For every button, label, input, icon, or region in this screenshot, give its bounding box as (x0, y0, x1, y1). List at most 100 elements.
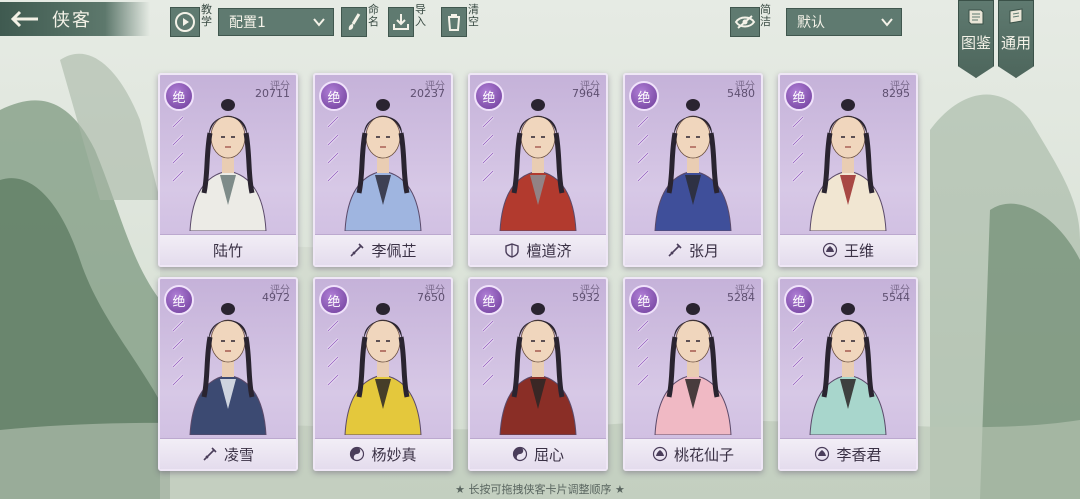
back-button[interactable]: 侠客 (0, 2, 150, 36)
hero-score: 8295 (882, 87, 910, 100)
star-swords-icon (172, 116, 184, 182)
star-swords-icon (327, 116, 339, 182)
sword-icon (668, 243, 682, 257)
import-label: 导入 (415, 3, 426, 28)
hero-card[interactable]: 评分 5932 绝屈心 (468, 277, 608, 471)
hero-card[interactable]: 评分 20237 绝李佩芷 (313, 73, 453, 267)
tab-general[interactable]: 通用 (998, 0, 1034, 78)
hero-card-grid: 评分 20711 绝陆竹 评分 20237 绝李佩芷 评分 7964 绝檀道济 评分 5480 绝张月… (158, 73, 928, 471)
hero-card[interactable]: 评分 7964 绝檀道济 (468, 73, 608, 267)
rank-badge: 绝 (319, 81, 349, 111)
hero-name: 檀道济 (526, 241, 572, 260)
config-select-value: 配置1 (229, 15, 266, 31)
book-icon (968, 9, 984, 25)
hero-name-bar: 凌雪 (160, 438, 296, 469)
page-title: 侠客 (52, 10, 92, 31)
rank-badge: 绝 (629, 285, 659, 315)
hero-name: 凌雪 (223, 445, 254, 464)
trash-icon (448, 14, 460, 31)
eye-off-icon (734, 15, 756, 29)
hero-name: 李佩芷 (371, 241, 417, 260)
star-swords-icon (482, 116, 494, 182)
clear-button[interactable] (441, 7, 467, 37)
rename-button[interactable] (341, 7, 367, 37)
play-icon (175, 12, 195, 32)
hero-name: 王维 (843, 241, 874, 260)
hero-card[interactable]: 评分 4972 绝凌雪 (158, 277, 298, 471)
hero-name-bar: 陆竹 (160, 234, 296, 265)
top-bar: 侠客 教学 配置1 命名 导入 清空 简洁 默认 图鉴 通用 (0, 0, 1080, 78)
hero-name-bar: 杨妙真 (315, 438, 451, 469)
hero-card[interactable]: 评分 5284 绝桃花仙子 (623, 277, 763, 471)
hero-name-bar: 张月 (625, 234, 761, 265)
hero-score: 5544 (882, 291, 910, 304)
star-swords-icon (792, 320, 804, 386)
hero-name: 屈心 (533, 445, 564, 464)
hero-name-bar: 李香君 (780, 438, 916, 469)
sword-icon (350, 243, 365, 257)
drag-hint: ★ 长按可拖拽侠客卡片调整顺序 ★ (455, 483, 625, 496)
tab-general-label: 通用 (1000, 34, 1031, 52)
star-swords-icon (637, 320, 649, 386)
simple-mode-label: 简洁 (760, 3, 771, 28)
simple-mode-button[interactable] (730, 7, 760, 37)
brush-icon (348, 13, 361, 30)
star-swords-icon (637, 116, 649, 182)
hero-card[interactable]: 评分 20711 绝陆竹 (158, 73, 298, 267)
rank-badge: 绝 (164, 81, 194, 111)
hero-score: 5284 (727, 291, 755, 304)
hero-score: 7964 (572, 87, 600, 100)
hero-score: 20711 (255, 87, 290, 100)
rank-badge: 绝 (629, 81, 659, 111)
hero-name-bar: 王维 (780, 234, 916, 265)
star-swords-icon (792, 116, 804, 182)
hero-name-bar: 李佩芷 (315, 234, 451, 265)
shield-icon (505, 243, 520, 258)
hero-card[interactable]: 评分 5544 绝李香君 (778, 277, 918, 471)
config-select[interactable]: 配置1 (218, 8, 334, 36)
hero-name: 张月 (688, 241, 719, 260)
yinyang-icon (350, 446, 365, 462)
hero-score: 5480 (727, 87, 755, 100)
import-button[interactable] (388, 7, 414, 37)
tab-codex-label: 图鉴 (960, 34, 991, 52)
sword-icon (203, 447, 217, 461)
lotus-icon (815, 446, 830, 462)
hero-card[interactable]: 评分 7650 绝杨妙真 (313, 277, 453, 471)
scroll-icon (1009, 8, 1023, 24)
hero-score: 5932 (572, 291, 600, 304)
hero-name: 陆竹 (212, 241, 243, 260)
rank-badge: 绝 (784, 81, 814, 111)
back-arrow-icon (10, 10, 38, 28)
star-swords-icon (172, 320, 184, 386)
hero-card[interactable]: 评分 5480 绝张月 (623, 73, 763, 267)
tab-codex[interactable]: 图鉴 (958, 0, 994, 78)
hero-score: 20237 (410, 87, 445, 100)
sort-select-value: 默认 (797, 15, 825, 31)
sort-select[interactable]: 默认 (786, 8, 902, 36)
clear-label: 清空 (468, 3, 479, 28)
yinyang-icon (512, 446, 528, 462)
rename-label: 命名 (368, 3, 379, 28)
hero-name: 李香君 (836, 445, 882, 464)
rank-badge: 绝 (474, 285, 504, 315)
star-swords-icon (482, 320, 494, 386)
import-icon (393, 14, 409, 30)
hero-name: 杨妙真 (371, 445, 417, 464)
rank-badge: 绝 (784, 285, 814, 315)
tutorial-label: 教学 (201, 3, 212, 28)
tutorial-button[interactable] (170, 7, 200, 37)
hero-score: 7650 (417, 291, 445, 304)
hero-name-bar: 桃花仙子 (625, 438, 761, 469)
rank-badge: 绝 (164, 285, 194, 315)
chevron-down-icon (881, 18, 893, 27)
lotus-icon (652, 446, 668, 462)
hero-score: 4972 (262, 291, 290, 304)
hero-name: 桃花仙子 (673, 445, 734, 464)
chevron-down-icon (313, 18, 325, 27)
hero-name-bar: 屈心 (470, 438, 606, 469)
star-swords-icon (327, 320, 339, 386)
hero-card[interactable]: 评分 8295 绝王维 (778, 73, 918, 267)
rank-badge: 绝 (474, 81, 504, 111)
hero-name-bar: 檀道济 (470, 234, 606, 265)
